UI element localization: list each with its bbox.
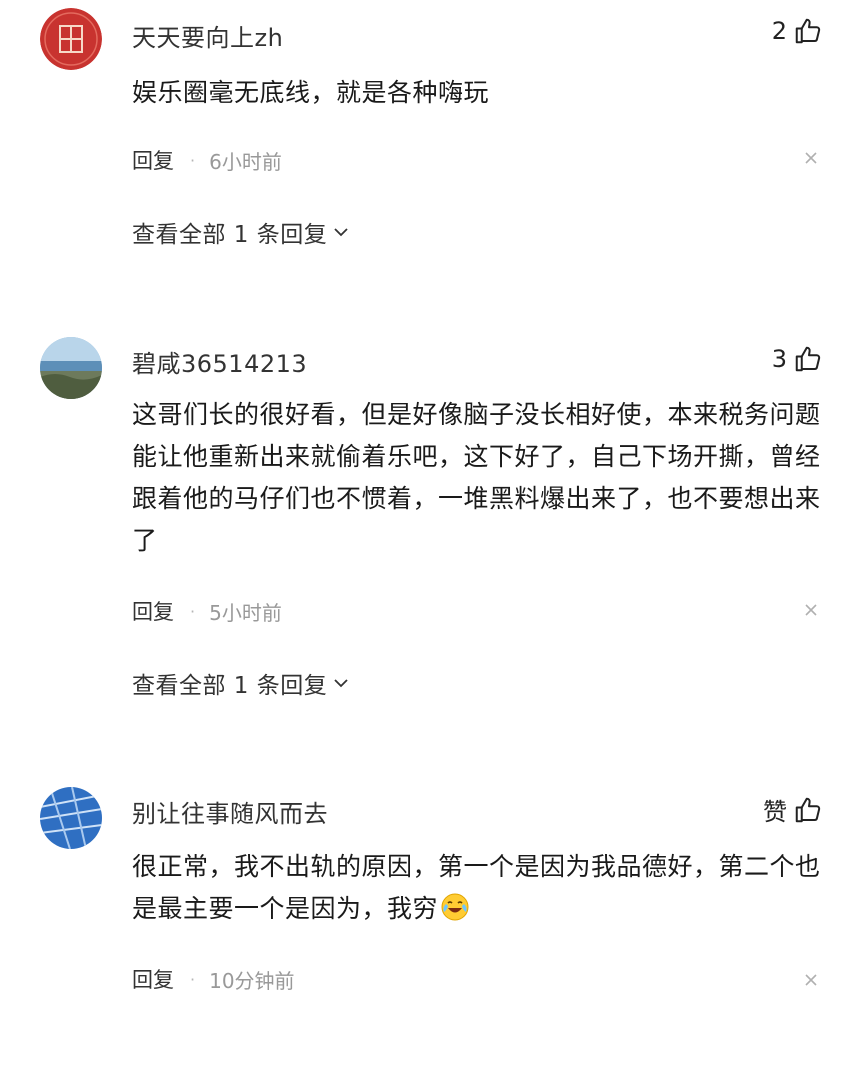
username[interactable]: 天天要向上zh xyxy=(132,18,283,53)
view-replies-label: 查看全部 1 条回复 xyxy=(132,673,328,699)
close-icon[interactable] xyxy=(803,602,819,618)
reply-button[interactable]: 回复 xyxy=(132,596,174,626)
comment-item: 碧咸36514213 3 这哥们长的很好看，但是好像脑子没长相好使，本来税务问题… xyxy=(0,300,857,760)
separator-dot: · xyxy=(190,601,196,621)
like-count: 2 xyxy=(771,17,787,45)
comment-text: 这哥们长的很好看，但是好像脑子没长相好使，本来税务问题能让他重新出来就偷着乐吧，… xyxy=(132,400,821,555)
thumbs-up-icon xyxy=(793,16,823,46)
blue-lines-avatar-icon xyxy=(40,787,102,849)
comment-text: 娱乐圈毫无底线，就是各种嗨玩 xyxy=(132,78,490,107)
comment-meta: 回复 · 5小时前 xyxy=(132,596,282,626)
fu-character-avatar-icon xyxy=(40,8,102,70)
laugh-cry-emoji-icon xyxy=(440,892,470,922)
thumbs-up-icon xyxy=(793,344,823,374)
avatar[interactable] xyxy=(40,337,102,399)
view-replies-button[interactable]: 查看全部 1 条回复 xyxy=(132,666,349,700)
thumbs-up-icon xyxy=(793,795,823,825)
view-replies-label: 查看全部 1 条回复 xyxy=(132,222,328,248)
separator-dot: · xyxy=(190,969,196,989)
avatar[interactable] xyxy=(40,8,102,70)
chevron-down-icon xyxy=(333,224,349,240)
comment-item: 天天要向上zh 2 娱乐圈毫无底线，就是各种嗨玩 回复 · 6小时前 查看全部 … xyxy=(0,0,857,300)
like-label: 赞 xyxy=(763,798,787,826)
separator-dot: · xyxy=(190,150,196,170)
view-replies-button[interactable]: 查看全部 1 条回复 xyxy=(132,215,349,249)
timestamp: 6小时前 xyxy=(209,149,282,174)
like-button[interactable]: 2 xyxy=(772,16,823,46)
username[interactable]: 别让往事随风而去 xyxy=(132,794,328,829)
comment-text-body: 很正常，我不出轨的原因，第一个是因为我品德好，第二个也是最主要一个是因为，我穷 xyxy=(132,852,821,923)
landscape-avatar-icon xyxy=(40,337,102,399)
close-icon[interactable] xyxy=(803,150,819,166)
comment-item: 别让往事随风而去 赞 很正常，我不出轨的原因，第一个是因为我品德好，第二个也是最… xyxy=(0,760,857,1080)
close-icon[interactable] xyxy=(803,972,819,988)
reply-button[interactable]: 回复 xyxy=(132,964,174,994)
timestamp: 10分钟前 xyxy=(209,968,295,993)
chevron-down-icon xyxy=(333,675,349,691)
timestamp: 5小时前 xyxy=(209,600,282,625)
avatar[interactable] xyxy=(40,787,102,849)
like-button[interactable]: 3 xyxy=(772,344,823,374)
like-count: 3 xyxy=(771,345,787,373)
reply-button[interactable]: 回复 xyxy=(132,145,174,175)
comment-text: 很正常，我不出轨的原因，第一个是因为我品德好，第二个也是最主要一个是因为，我穷 xyxy=(132,846,822,930)
comment-meta: 回复 · 10分钟前 xyxy=(132,964,295,994)
username[interactable]: 碧咸36514213 xyxy=(132,344,307,379)
like-button[interactable]: 赞 xyxy=(763,792,823,827)
comment-meta: 回复 · 6小时前 xyxy=(132,145,282,175)
